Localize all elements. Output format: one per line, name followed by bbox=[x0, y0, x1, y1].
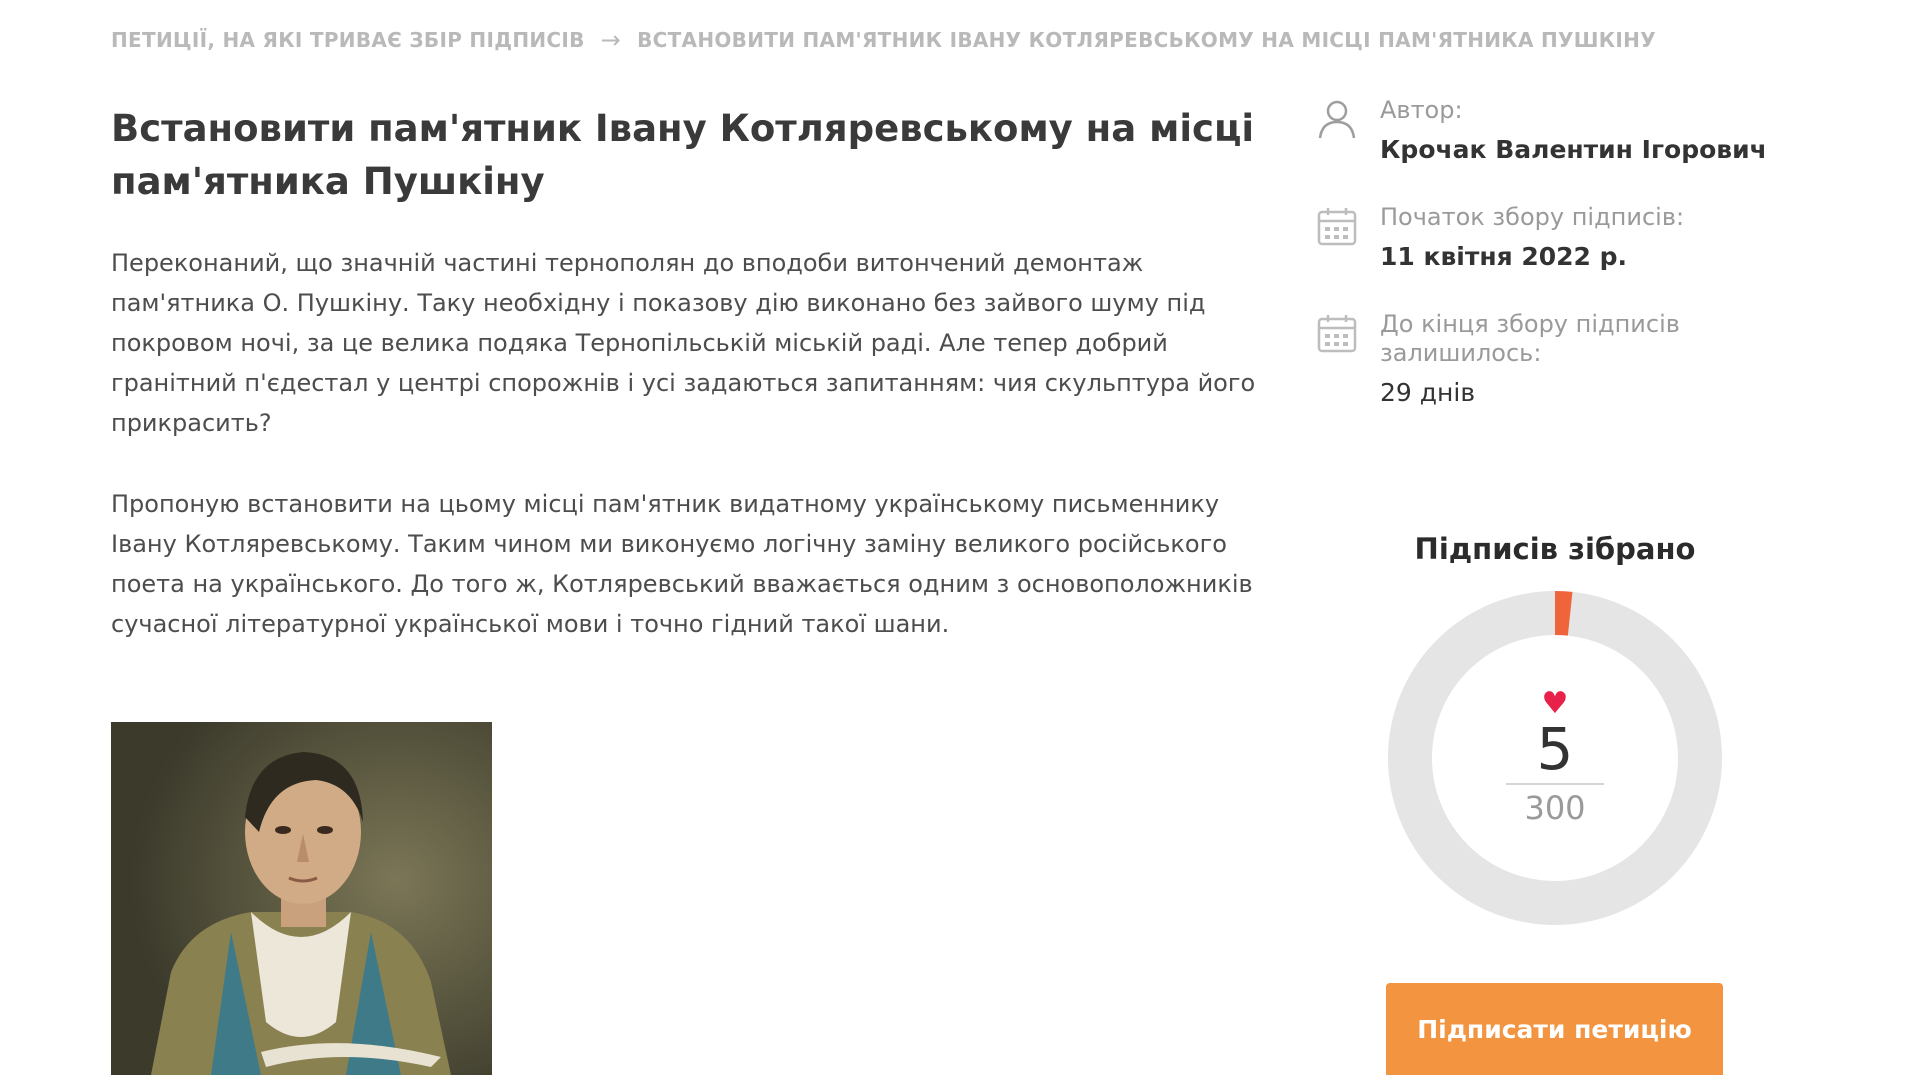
breadcrumb-current: ВСТАНОВИТИ ПАМ'ЯТНИК ІВАНУ КОТЛЯРЕВСЬКОМ… bbox=[637, 28, 1656, 52]
signatures-gauge: ♥ 5 300 bbox=[1385, 588, 1725, 928]
remaining-days: 29 днів bbox=[1380, 378, 1476, 407]
petition-text: Переконаний, що значній частині тернопол… bbox=[111, 243, 1261, 685]
calendar-icon bbox=[1316, 312, 1358, 354]
portrait-image bbox=[111, 722, 492, 1075]
signatures-goal: 300 bbox=[1524, 789, 1586, 827]
signatures-title: Підписів зібрано bbox=[1414, 532, 1696, 566]
sign-petition-button[interactable]: Підписати петицію bbox=[1386, 983, 1723, 1075]
author-name: Крочак Валентин Ігорович bbox=[1380, 135, 1767, 164]
petition-paragraph: Пропоную встановити на цьому місці пам'я… bbox=[111, 490, 1253, 638]
start-date: 11 квітня 2022 р. bbox=[1380, 242, 1628, 271]
petition-paragraph: Переконаний, що значній частині тернопол… bbox=[111, 249, 1256, 437]
signatures-panel: Підписів зібрано ♥ 5 300 bbox=[1380, 532, 1730, 928]
petition-sidebar: Автор: Крочак Валентин Ігорович Початок … bbox=[1316, 96, 1816, 408]
user-icon bbox=[1316, 98, 1358, 140]
remaining-info: До кінця збору підписів залишилось: 29 д… bbox=[1316, 310, 1816, 408]
breadcrumb-parent-link[interactable]: ПЕТИЦІЇ, НА ЯКІ ТРИВАЄ ЗБІР ПІДПИСІВ bbox=[111, 28, 585, 52]
breadcrumb: ПЕТИЦІЇ, НА ЯКІ ТРИВАЄ ЗБІР ПІДПИСІВ → В… bbox=[111, 26, 1656, 54]
gauge-center: ♥ 5 300 bbox=[1385, 588, 1725, 928]
author-info: Автор: Крочак Валентин Ігорович bbox=[1316, 96, 1816, 165]
signatures-count: 5 bbox=[1536, 715, 1574, 783]
start-date-info: Початок збору підписів: 11 квітня 2022 р… bbox=[1316, 203, 1816, 272]
breadcrumb-arrow-icon: → bbox=[600, 26, 622, 54]
portrait-painting bbox=[111, 722, 492, 1075]
author-label: Автор: bbox=[1380, 96, 1463, 124]
start-label: Початок збору підписів: bbox=[1380, 203, 1685, 231]
page-title: Встановити пам'ятник Івану Котляревськом… bbox=[111, 107, 1255, 203]
remaining-label: До кінця збору підписів залишилось: bbox=[1380, 310, 1680, 367]
gauge-divider bbox=[1506, 783, 1604, 785]
calendar-icon bbox=[1316, 205, 1358, 247]
